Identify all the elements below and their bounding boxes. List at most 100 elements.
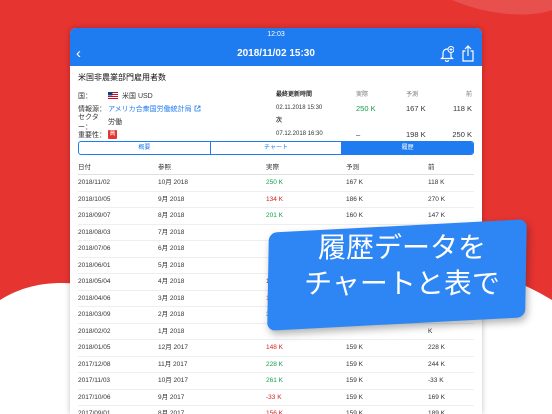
cell-actual: 250 K	[266, 179, 283, 186]
cell-date: 2018/02/02	[78, 327, 111, 335]
col-date: 日付	[78, 164, 91, 171]
cell-date: 2018/10/05	[78, 195, 111, 203]
banner-line-1: 履歴データを	[317, 232, 486, 263]
table-header: 日付 参照 実際 予測 前	[78, 161, 474, 175]
actual-header: 実際	[356, 92, 369, 98]
tablet-screen: 12:03 ‹ 2018/11/02 15:30 米国非農業部門雇用者数 国：	[70, 28, 482, 414]
cell-date: 2018/07/06	[78, 245, 111, 252]
cell-date: 2018/01/05	[78, 344, 111, 351]
status-bar: 12:03	[70, 28, 482, 42]
next-header: 次	[276, 115, 476, 128]
col-actual: 実際	[266, 164, 279, 171]
next-header-label: 次	[276, 118, 283, 124]
country-value: 米国 USD	[122, 92, 153, 100]
latest-header-label: 最終更新時間	[276, 92, 313, 98]
cell-actual: 228 K	[266, 360, 283, 368]
col-forecast: 予測	[346, 164, 359, 171]
cell-reference: 8月 2017	[158, 410, 185, 414]
cell-date: 2018/03/09	[78, 311, 111, 318]
sector-label: セクター：	[78, 113, 99, 131]
latest-previous: 118 K	[452, 104, 472, 113]
cell-previous: K	[428, 327, 433, 335]
table-row[interactable]: 2018/10/05 9月 2018 134 K 186 K 270 K	[78, 192, 474, 208]
cell-reference: 11月 2017	[158, 360, 188, 368]
bell-plus-icon[interactable]	[440, 46, 454, 62]
table-row[interactable]: 2018/09/07 8月 2018 201 K 160 K 147 K	[78, 208, 474, 225]
country-label: 国：	[78, 92, 92, 100]
col-previous: 前	[428, 164, 435, 171]
cell-reference: 8月 2018	[158, 212, 185, 219]
cell-forecast: 186 K	[346, 195, 363, 203]
cell-previous: -33 K	[428, 377, 444, 384]
event-details: 国： 米国 USD 情報源： アメリカ合衆国労働統計局 セクター： 労働 重要性…	[78, 89, 274, 141]
previous-header: 前	[465, 92, 472, 98]
cell-reference: 10月 2017	[158, 377, 188, 384]
cell-date: 2018/06/01	[78, 261, 111, 269]
us-flag-icon	[108, 92, 118, 99]
cell-reference: 5月 2018	[158, 261, 185, 269]
next-previous: 250 K	[452, 130, 472, 139]
sector-row: セクター： 労働	[78, 114, 274, 131]
cell-reference: 2月 2018	[158, 311, 185, 318]
table-row[interactable]: 2018/01/05 12月 2017 148 K 159 K 228 K	[78, 340, 474, 357]
cell-forecast: 159 K	[346, 360, 363, 368]
importance-label: 重要性：	[78, 131, 106, 139]
cell-previous: 169 K	[428, 393, 445, 401]
tab-overview[interactable]: 概要	[79, 142, 211, 154]
cell-reference: 10月 2018	[158, 179, 188, 186]
cell-reference: 6月 2018	[158, 245, 185, 252]
cell-date: 2017/11/03	[78, 377, 111, 384]
latest-actual: 250 K	[356, 104, 376, 113]
share-icon[interactable]	[462, 45, 474, 62]
cell-previous: 118 K	[428, 179, 445, 186]
event-title: 米国非農業部門雇用者数	[78, 73, 166, 82]
table-row[interactable]: 2017/11/03 10月 2017 261 K 159 K -33 K	[78, 373, 474, 390]
cell-reference: 9月 2018	[158, 195, 185, 203]
cell-previous: 244 K	[428, 360, 445, 368]
latest-date: 02.11.2018 15:30	[276, 105, 323, 111]
event-info: 国： 米国 USD 情報源： アメリカ合衆国労働統計局 セクター： 労働 重要性…	[78, 89, 474, 141]
release-summary: 最終更新時間 実際 予測 前 02.11.2018 15:30 250 K 16…	[276, 89, 476, 141]
cell-reference: 7月 2018	[158, 228, 185, 236]
cell-forecast: 159 K	[346, 410, 363, 414]
source-link[interactable]: アメリカ合衆国労働統計局	[108, 104, 201, 114]
source-value[interactable]: アメリカ合衆国労働統計局	[108, 104, 192, 114]
nav-title: 2018/11/02 15:30	[237, 48, 315, 59]
cell-reference: 3月 2018	[158, 294, 185, 302]
cell-previous: 189 K	[428, 410, 445, 414]
cell-previous: 228 K	[428, 344, 445, 351]
country-row: 国： 米国 USD	[78, 89, 274, 102]
cell-actual: 148 K	[266, 344, 283, 351]
cell-forecast: 159 K	[346, 393, 363, 401]
forecast-header: 予測	[406, 92, 419, 98]
tab-history[interactable]: 履歴	[342, 142, 473, 154]
cell-reference: 12月 2017	[158, 344, 188, 351]
col-reference: 参照	[158, 164, 171, 171]
cell-date: 2018/05/04	[78, 278, 111, 285]
table-row[interactable]: 2017/12/08 11月 2017 228 K 159 K 244 K	[78, 357, 474, 373]
next-forecast: 198 K	[406, 130, 426, 139]
cell-previous: 270 K	[428, 195, 445, 203]
importance-badge: 高	[108, 130, 117, 139]
latest-values: 02.11.2018 15:30 250 K 167 K 118 K	[276, 102, 476, 115]
cell-date: 2017/09/01	[78, 410, 111, 414]
cell-reference: 1月 2018	[158, 327, 185, 335]
cell-forecast: 160 K	[346, 212, 363, 219]
table-row[interactable]: 2018/11/02 10月 2018 250 K 167 K 118 K	[78, 175, 474, 192]
table-row[interactable]: 2017/10/06 9月 2017 -33 K 159 K 169 K	[78, 390, 474, 406]
cell-actual: 156 K	[266, 410, 283, 414]
cell-forecast: 167 K	[346, 179, 363, 186]
cell-date: 2017/10/06	[78, 393, 111, 401]
cell-previous: 147 K	[428, 212, 445, 219]
cell-actual: 201 K	[266, 212, 283, 219]
tab-chart[interactable]: チャート	[211, 142, 343, 154]
sector-value: 労働	[108, 118, 122, 126]
table-row[interactable]: 2017/09/01 8月 2017 156 K 159 K 189 K	[78, 406, 474, 414]
cell-date: 2018/09/07	[78, 212, 111, 219]
status-time: 12:03	[267, 31, 285, 38]
external-link-icon	[194, 105, 201, 112]
cell-date: 2018/04/06	[78, 294, 111, 302]
cell-reference: 4月 2018	[158, 278, 185, 285]
cell-date: 2018/11/02	[78, 179, 111, 186]
importance-row: 重要性： 高	[78, 128, 274, 141]
